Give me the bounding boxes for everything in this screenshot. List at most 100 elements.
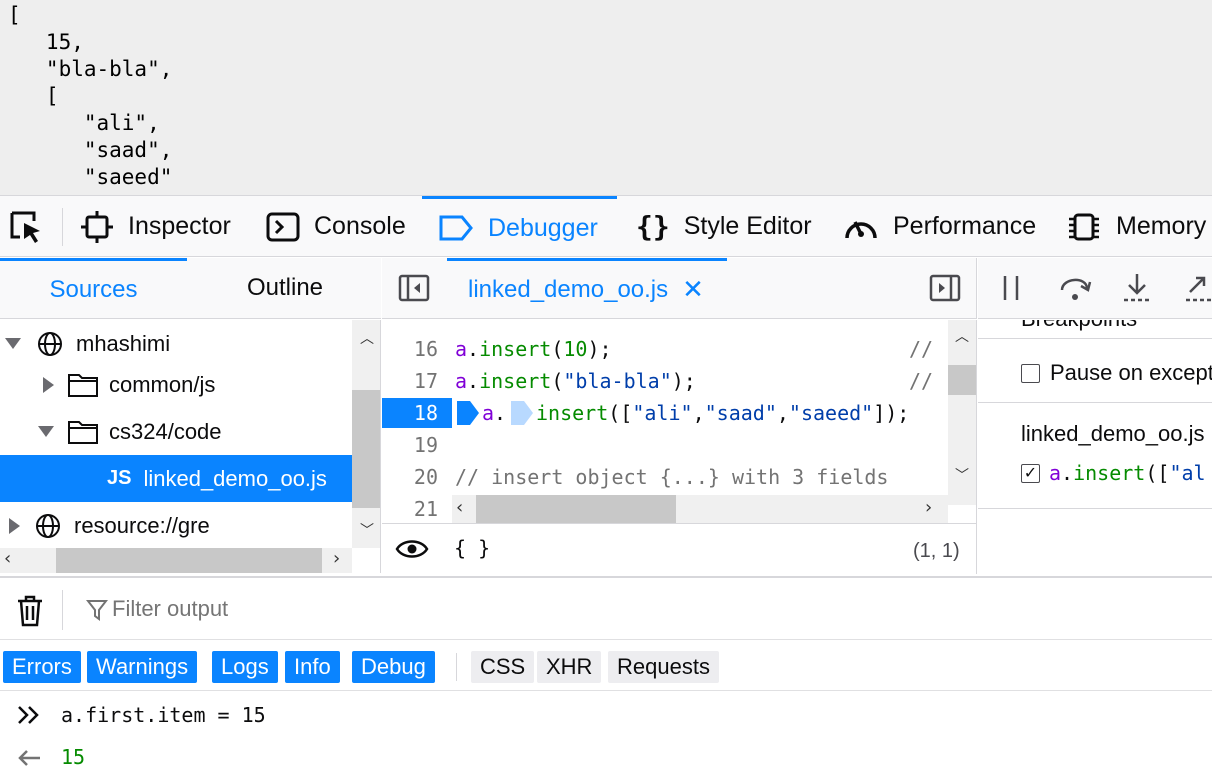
scroll-up-icon[interactable]: ︿ <box>955 326 969 346</box>
scroll-left-icon[interactable]: ‹ <box>4 548 11 569</box>
tab-debugger[interactable]: Debugger <box>422 196 617 257</box>
pause-on-exceptions-row[interactable]: Pause on exceptions <box>1021 360 1212 386</box>
breakpoints-pane: Breakpoints Pause on exceptions linked_d… <box>978 320 1212 574</box>
editor-tab[interactable]: linked_demo_oo.js ✕ <box>447 258 727 319</box>
code-line: // insert object {...} with 3 fields <box>455 465 889 489</box>
debugger-icon <box>439 215 473 241</box>
page-line: [ <box>8 3 21 27</box>
tab-style-editor[interactable]: {} Style Editor <box>636 196 812 257</box>
scroll-down-icon[interactable]: ﹀ <box>955 465 969 485</box>
column-breakpoint-icon[interactable] <box>510 399 534 427</box>
expanded-arrow-icon <box>38 426 54 437</box>
console-level-filters: Errors Warnings Logs Info Debug CSS XHR … <box>0 641 1212 691</box>
code-line: insert(["ali","saad","saeed"]); <box>536 401 910 425</box>
step-over-icon[interactable] <box>1058 272 1092 302</box>
line-number[interactable]: 21 <box>382 497 438 521</box>
line-number[interactable]: 16 <box>382 337 438 361</box>
tree-item-label: common/js <box>109 371 216 397</box>
filter-errors-button[interactable]: Errors <box>3 651 81 683</box>
tree-item-label: cs324/code <box>109 418 222 444</box>
line-number[interactable]: 20 <box>382 465 438 489</box>
line-number[interactable]: 17 <box>382 369 438 393</box>
tree-item-resource-gre[interactable]: resource://gre <box>0 502 352 549</box>
tree-item-linked-demo[interactable]: JS linked_demo_oo.js <box>0 455 352 502</box>
tab-label: Console <box>314 212 406 240</box>
divider <box>978 508 1212 509</box>
line-number[interactable]: 18 <box>382 401 438 425</box>
code-line: a.insert("bla-bla"); <box>455 369 696 393</box>
page-line: [ <box>8 84 59 108</box>
scroll-down-icon[interactable]: ﹀ <box>360 520 374 540</box>
tree-horizontal-scrollbar[interactable]: ‹ › <box>0 548 352 573</box>
scrollbar-thumb[interactable] <box>476 495 676 523</box>
column-breakpoint-icon[interactable] <box>456 399 480 427</box>
tree-item-cs324-code[interactable]: cs324/code <box>0 408 352 455</box>
style-editor-icon: {} <box>636 210 670 243</box>
breakpoint-checkbox-checked[interactable]: ✓ <box>1021 463 1040 483</box>
editor-vertical-scrollbar[interactable]: ︿ ﹀ <box>948 320 976 505</box>
tree-item-label: resource://gre <box>74 512 210 538</box>
toggle-sources-icon[interactable] <box>398 274 430 302</box>
console-input-line[interactable]: a.first.item = 15 <box>61 703 266 727</box>
tab-console[interactable]: Console <box>266 196 406 257</box>
console-result-value: 15 <box>61 745 86 769</box>
filter-icon <box>86 600 108 621</box>
scrollbar-thumb[interactable] <box>56 548 322 573</box>
tab-performance[interactable]: Performance <box>843 196 1036 257</box>
pause-icon[interactable] <box>1000 274 1022 302</box>
line-number[interactable]: 19 <box>382 433 438 457</box>
pause-on-exceptions-checkbox[interactable] <box>1021 363 1040 383</box>
eye-icon[interactable] <box>395 538 429 560</box>
globe-icon <box>36 513 60 538</box>
tree-item-mhashimi[interactable]: mhashimi <box>0 320 352 367</box>
editor-footer: { } (1, 1) <box>382 523 977 574</box>
filter-requests-button[interactable]: Requests <box>608 651 719 683</box>
line-number: 15 <box>382 320 438 324</box>
page-line: "saad", <box>8 138 173 162</box>
step-out-icon[interactable] <box>1182 272 1212 304</box>
filter-info-button[interactable]: Info <box>285 651 340 683</box>
filter-xhr-button[interactable]: XHR <box>537 651 602 683</box>
filter-output-input[interactable] <box>112 592 612 626</box>
scroll-left-icon[interactable]: ‹ <box>456 497 463 518</box>
scroll-up-icon[interactable]: ︿ <box>360 328 374 348</box>
scroll-right-icon[interactable]: › <box>925 497 932 518</box>
page-line: "ali", <box>8 111 160 135</box>
tab-sources[interactable]: Sources <box>0 258 187 318</box>
scroll-right-icon[interactable]: › <box>333 548 340 569</box>
breakpoint-item[interactable]: ✓ a.insert(["al <box>1021 461 1206 485</box>
tab-memory[interactable]: Memory <box>1066 196 1206 257</box>
tab-inspector[interactable]: Inspector <box>80 196 231 257</box>
code-editor[interactable]: 15 16 a.insert(10); // 17 a.insert("bla-… <box>382 320 977 523</box>
editor-horizontal-scrollbar[interactable]: ‹ › <box>452 495 948 523</box>
divider <box>978 338 1212 339</box>
collapsed-arrow-icon <box>9 517 20 534</box>
breakpoints-heading[interactable]: Breakpoints <box>1021 320 1137 332</box>
tab-label: Performance <box>893 212 1037 240</box>
pretty-print-button[interactable]: { } <box>454 536 490 560</box>
console-icon <box>266 212 300 241</box>
close-icon[interactable]: ✕ <box>682 275 704 305</box>
tab-outline[interactable]: Outline <box>190 258 380 318</box>
collapsed-arrow-icon <box>43 376 54 393</box>
tree-item-label: linked_demo_oo.js <box>143 465 327 491</box>
filter-warnings-button[interactable]: Warnings <box>87 651 198 683</box>
filter-debug-button[interactable]: Debug <box>352 651 435 683</box>
debugger-controls <box>978 258 1212 319</box>
performance-icon <box>845 220 877 238</box>
filter-logs-button[interactable]: Logs <box>212 651 278 683</box>
step-in-icon[interactable] <box>1120 272 1154 304</box>
divider <box>62 590 63 630</box>
toggle-right-pane-icon[interactable] <box>929 274 961 302</box>
console-panel: Errors Warnings Logs Info Debug CSS XHR … <box>0 576 1212 770</box>
devtools-toolbar: Inspector Console Debugger {} Style Edit… <box>0 195 1212 257</box>
divider <box>978 402 1212 403</box>
scrollbar-thumb[interactable] <box>352 390 380 508</box>
tree-vertical-scrollbar[interactable]: ︿ ﹀ <box>352 320 380 548</box>
toolbar-divider <box>62 208 63 246</box>
filter-css-button[interactable]: CSS <box>471 651 535 683</box>
tree-item-common-js[interactable]: common/js <box>0 361 352 408</box>
element-picker-button[interactable] <box>8 196 58 257</box>
trash-icon[interactable] <box>16 595 44 627</box>
scrollbar-thumb[interactable] <box>948 365 976 395</box>
